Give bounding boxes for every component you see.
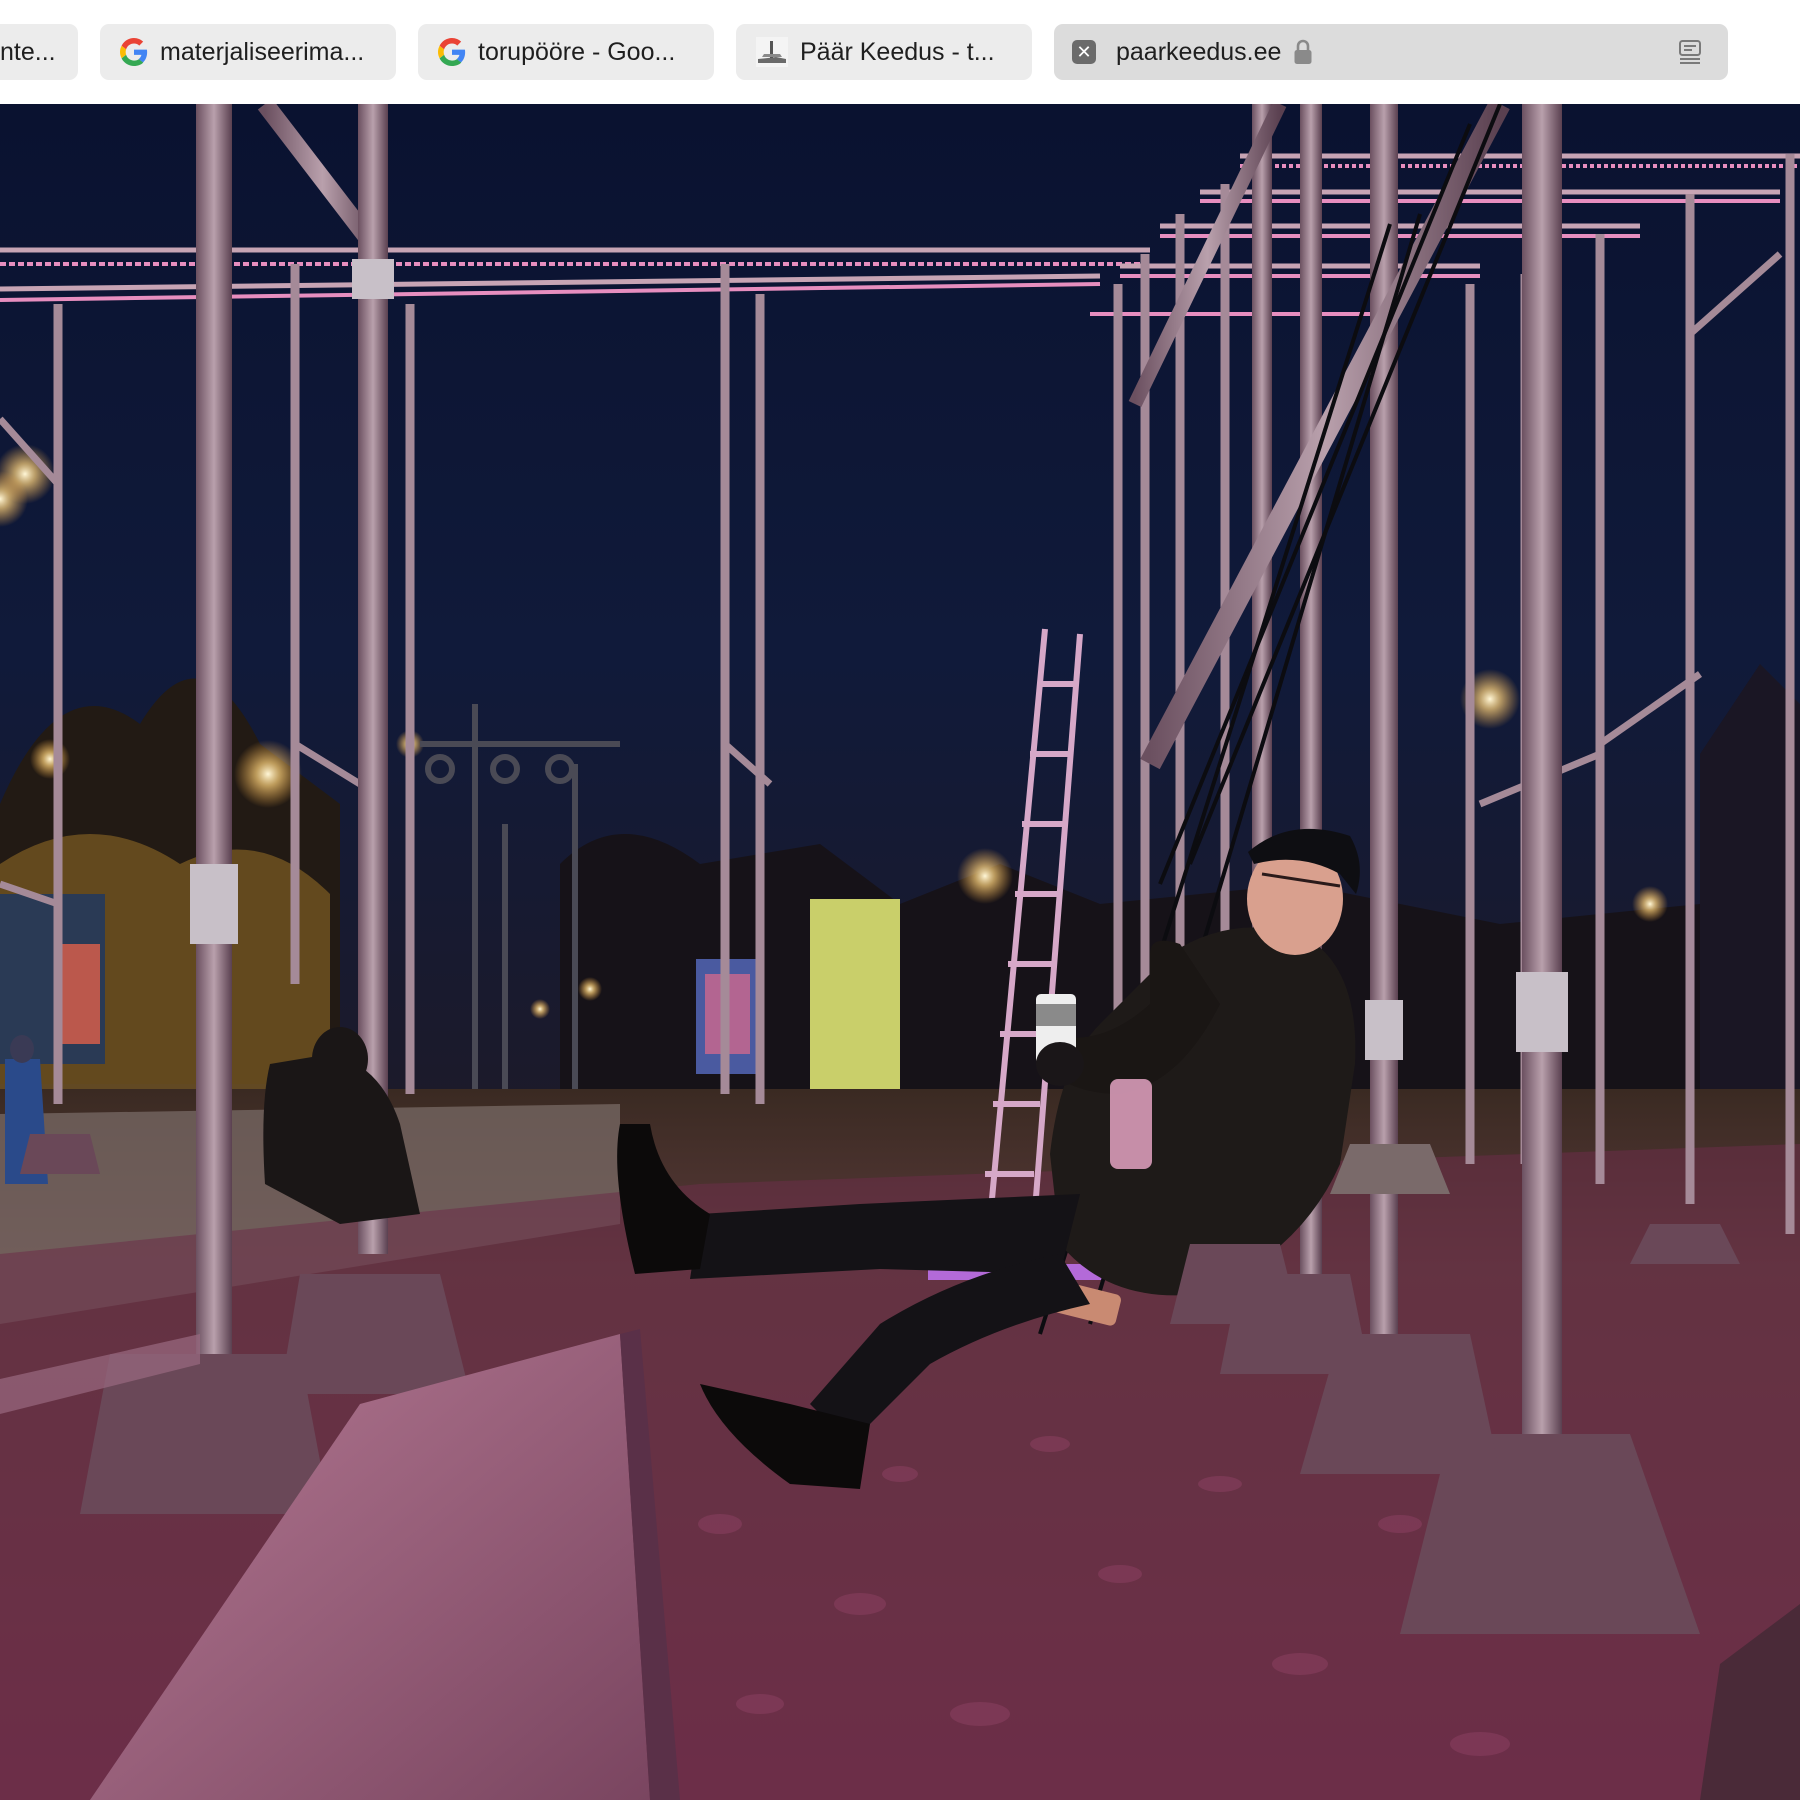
tab-2[interactable]: materjaliseerima... bbox=[100, 24, 396, 80]
tab-title: materjaliseerima... bbox=[160, 37, 365, 66]
site-favicon-icon bbox=[756, 37, 788, 67]
swing-installation-photo bbox=[0, 104, 1800, 1800]
main-photo bbox=[0, 104, 1800, 1800]
reader-mode-icon[interactable] bbox=[1676, 38, 1704, 66]
browser-tab-bar: nte... materjaliseerima... torupööre - G… bbox=[0, 0, 1800, 104]
tab-title: torupööre - Goo... bbox=[478, 37, 676, 66]
google-g-icon bbox=[438, 38, 466, 66]
tab-title: Päär Keedus - t... bbox=[800, 37, 995, 66]
lock-icon bbox=[1294, 39, 1312, 64]
billboard bbox=[810, 899, 900, 1089]
tab-active[interactable]: ✕ paarkeedus.ee bbox=[1054, 24, 1728, 80]
close-icon[interactable]: ✕ bbox=[1072, 40, 1096, 64]
google-g-icon bbox=[120, 38, 148, 66]
tab-3[interactable]: torupööre - Goo... bbox=[418, 24, 714, 80]
tab-title: nte... bbox=[0, 37, 56, 66]
tab-1[interactable]: nte... bbox=[0, 24, 78, 80]
tab-4[interactable]: Päär Keedus - t... bbox=[736, 24, 1032, 80]
tab-title: paarkeedus.ee bbox=[1116, 37, 1282, 66]
